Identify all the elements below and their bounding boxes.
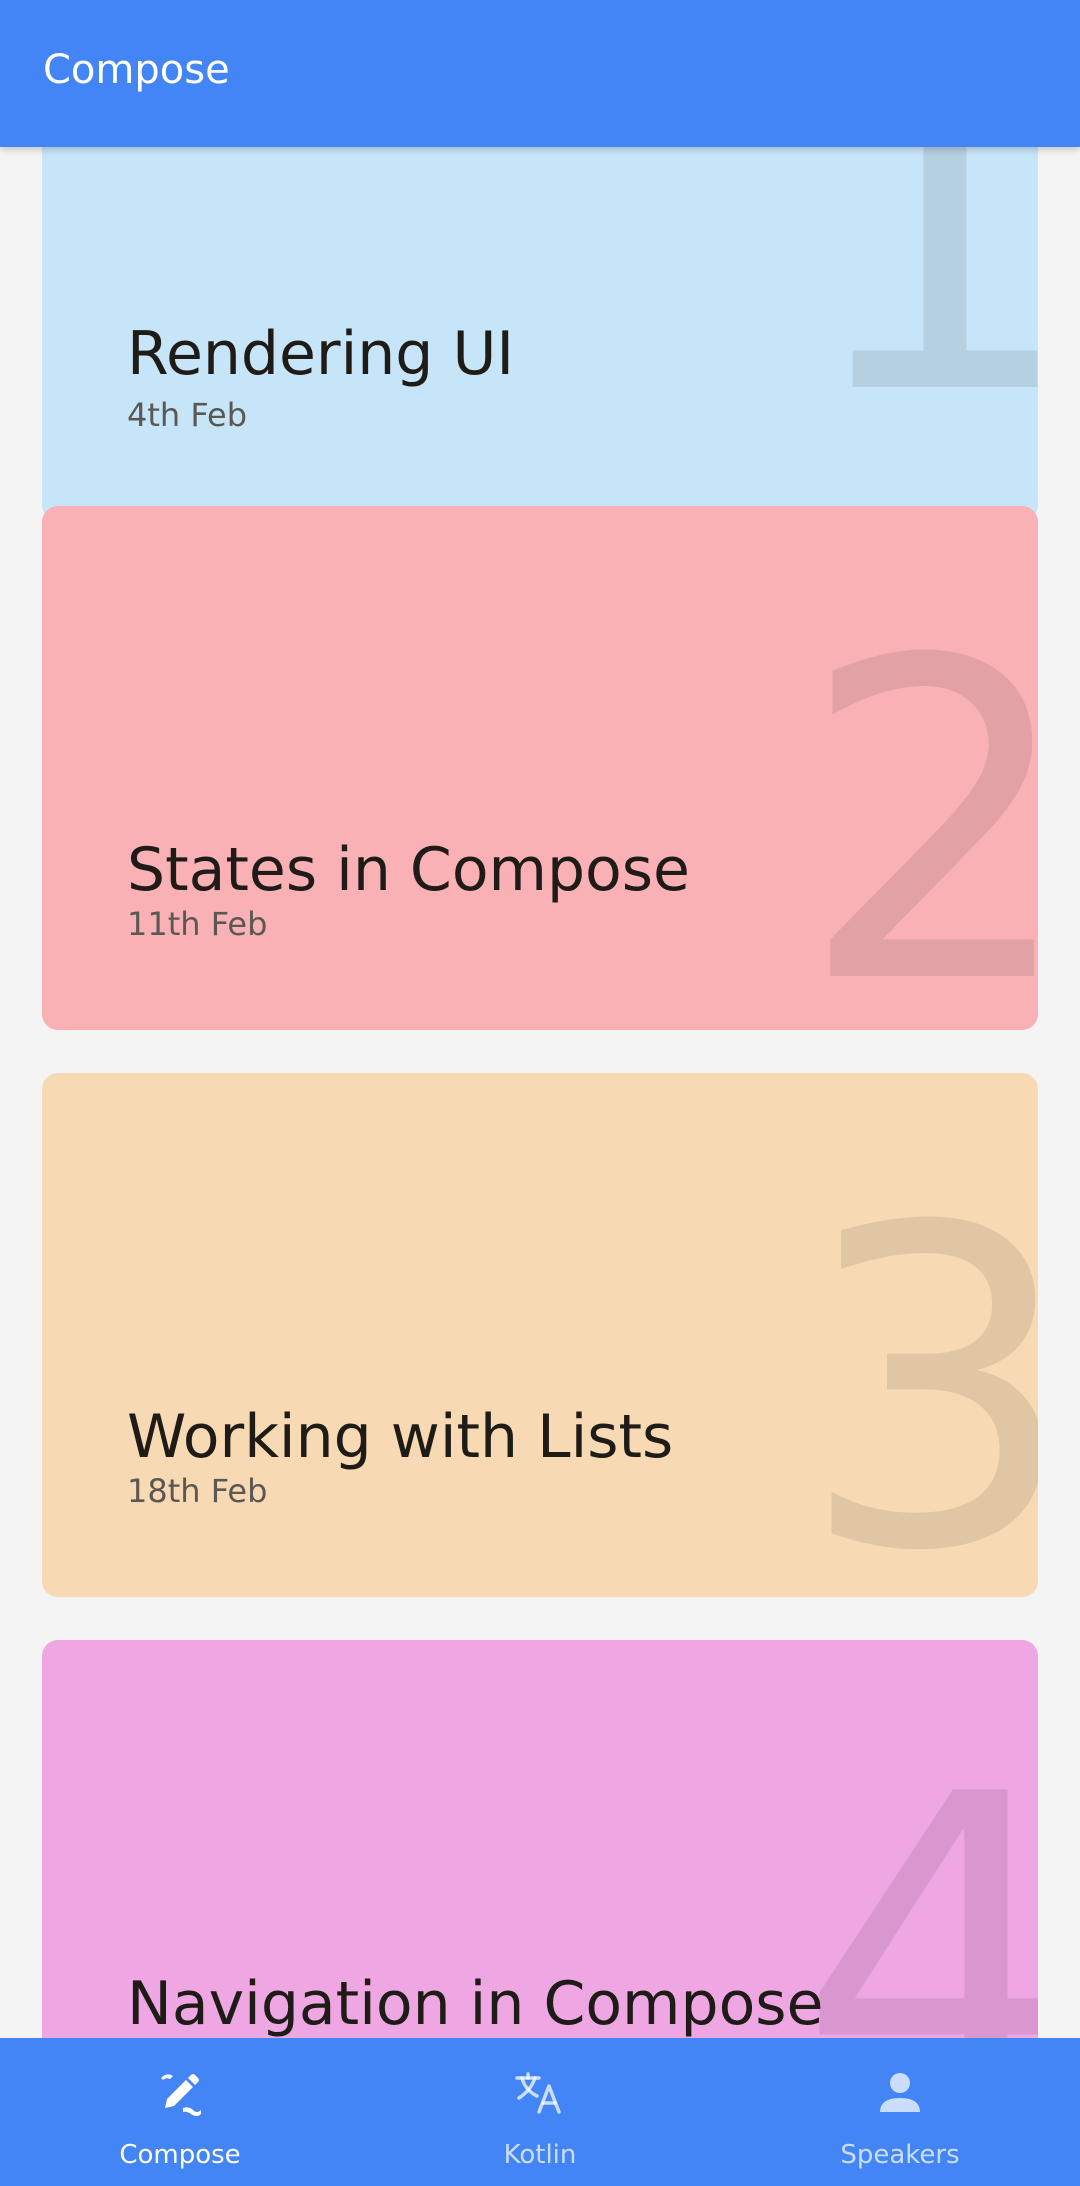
translate-icon: [515, 2072, 561, 2114]
compose-pencil-icon: [161, 2074, 201, 2116]
session-date: 4th Feb: [127, 396, 248, 434]
session-card[interactable]: 2 States in Compose 11th Feb: [42, 506, 1038, 1030]
nav-item-kotlin[interactable]: Kotlin: [360, 2038, 720, 2186]
person-icon: [880, 2073, 920, 2112]
nav-item-speakers[interactable]: Speakers: [720, 2038, 1080, 2186]
nav-label: Kotlin: [503, 2140, 577, 2170]
sessions-list[interactable]: 1 Rendering UI 4th Feb 2 States in Compo…: [0, 147, 1080, 2038]
session-card[interactable]: 3 Working with Lists 18th Feb: [42, 1073, 1038, 1597]
card-number-watermark: 2: [798, 568, 1038, 1030]
nav-label: Speakers: [840, 2140, 960, 2170]
nav-label: Compose: [119, 2140, 241, 2170]
session-card[interactable]: 4 Navigation in Compose: [42, 1640, 1038, 2038]
bottom-navigation-bar: Compose Kotlin Speakers: [0, 2038, 1080, 2186]
session-date: 18th Feb: [127, 1472, 268, 1510]
app-bar-title: Compose: [43, 47, 230, 93]
card-number-watermark: 4: [798, 1702, 1038, 2038]
session-title: Rendering UI: [127, 319, 515, 389]
session-card[interactable]: 1 Rendering UI 4th Feb: [42, 147, 1038, 521]
card-number-watermark: 3: [798, 1135, 1038, 1597]
top-app-bar: Compose: [0, 0, 1080, 147]
nav-item-compose[interactable]: Compose: [0, 2038, 360, 2186]
card-number-watermark: 1: [798, 147, 1038, 491]
session-title: Working with Lists: [127, 1402, 674, 1472]
session-title: States in Compose: [127, 835, 690, 905]
session-title: Navigation in Compose: [127, 1969, 824, 2038]
session-date: 11th Feb: [127, 905, 268, 943]
